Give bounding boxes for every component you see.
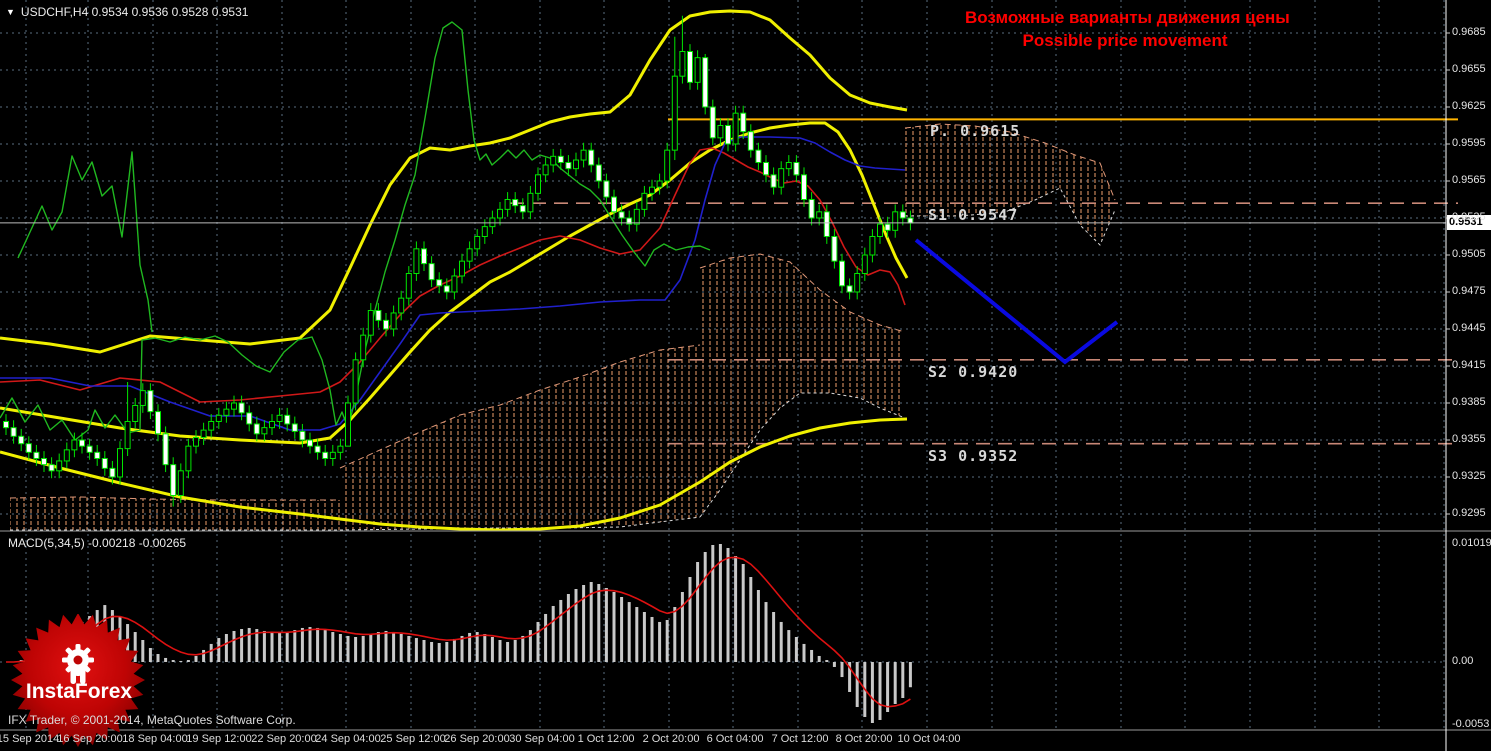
price-axis-tick: 0.9505 <box>1452 247 1486 260</box>
chart-canvas[interactable] <box>0 0 1491 751</box>
time-axis-tick: 24 Sep 04:00 <box>315 733 381 745</box>
time-axis-tick: 25 Sep 12:00 <box>380 733 446 745</box>
time-axis-tick: 19 Sep 12:00 <box>186 733 252 745</box>
time-axis-tick: 2 Oct 20:00 <box>642 733 700 745</box>
time-axis-tick: 18 Sep 04:00 <box>122 733 188 745</box>
annotation-line-ru: Возможные варианты движения цены <box>965 8 1290 27</box>
price-axis-tick: 0.9535 <box>1452 210 1486 223</box>
price-axis-tick: 0.9625 <box>1452 99 1486 112</box>
chart-title-bar: ▼ USDCHF,H4 0.9534 0.9536 0.9528 0.9531 <box>6 5 248 19</box>
time-axis-tick: 16 Sep 20:00 <box>57 733 123 745</box>
macd-axis-tick: -0.0053 <box>1452 718 1490 730</box>
price-axis-tick: 0.9385 <box>1452 395 1486 408</box>
trading-terminal-window: ▼ USDCHF,H4 0.9534 0.9536 0.9528 0.9531 В… <box>0 0 1491 751</box>
symbol-dropdown-icon[interactable]: ▼ <box>6 7 15 17</box>
price-axis-tick: 0.9655 <box>1452 62 1486 75</box>
macd-axis-tick: 0.00 <box>1452 655 1474 667</box>
price-axis-tick: 0.9565 <box>1452 173 1486 186</box>
level-label-S3: S3 0.9352 <box>928 446 1019 465</box>
time-axis-tick: 26 Sep 20:00 <box>444 733 510 745</box>
level-label-S2: S2 0.9420 <box>928 362 1019 381</box>
instaforex-logo: InstaForex <box>6 613 152 751</box>
price-axis-tick: 0.9685 <box>1452 26 1486 38</box>
price-axis-tick: 0.9325 <box>1452 469 1486 482</box>
time-axis-tick: 8 Oct 20:00 <box>835 733 893 745</box>
price-axis-tick: 0.9595 <box>1452 136 1486 149</box>
price-axis-tick: 0.9415 <box>1452 358 1486 371</box>
logo-text: InstaForex <box>25 680 133 703</box>
copyright-text: IFX Trader, © 2001-2014, MetaQuotes Soft… <box>8 713 296 727</box>
time-axis-tick: 15 Sep 2014 <box>0 733 60 745</box>
level-label-P: P. 0.9615 <box>930 122 1021 141</box>
annotation-line-en: Possible price movement <box>1022 31 1228 50</box>
symbol-quote-text: USDCHF,H4 0.9534 0.9536 0.9528 0.9531 <box>20 5 249 19</box>
time-axis-tick: 6 Oct 04:00 <box>706 733 764 745</box>
time-axis-tick: 10 Oct 04:00 <box>897 733 961 745</box>
price-annotation: Возможные варианты движения цены Possibl… <box>965 6 1290 52</box>
price-axis-tick: 0.9445 <box>1452 321 1486 334</box>
time-axis-tick: 30 Sep 04:00 <box>509 733 575 745</box>
price-projection-line <box>914 238 1119 365</box>
time-axis-tick: 1 Oct 12:00 <box>577 733 635 745</box>
line-green_a <box>17 151 153 333</box>
price-axis-tick: 0.9295 <box>1452 506 1486 519</box>
time-axis-tick: 7 Oct 12:00 <box>771 733 829 745</box>
macd-axis-tick: 0.01019 <box>1452 537 1491 549</box>
price-axis-tick: 0.9475 <box>1452 284 1486 297</box>
macd-indicator-label: MACD(5,34,5) -0.00218 -0.00265 <box>8 536 187 550</box>
price-axis-tick: 0.9355 <box>1452 432 1486 445</box>
time-axis-tick: 22 Sep 20:00 <box>251 733 317 745</box>
level-label-S1: S1 0.9547 <box>928 206 1019 225</box>
